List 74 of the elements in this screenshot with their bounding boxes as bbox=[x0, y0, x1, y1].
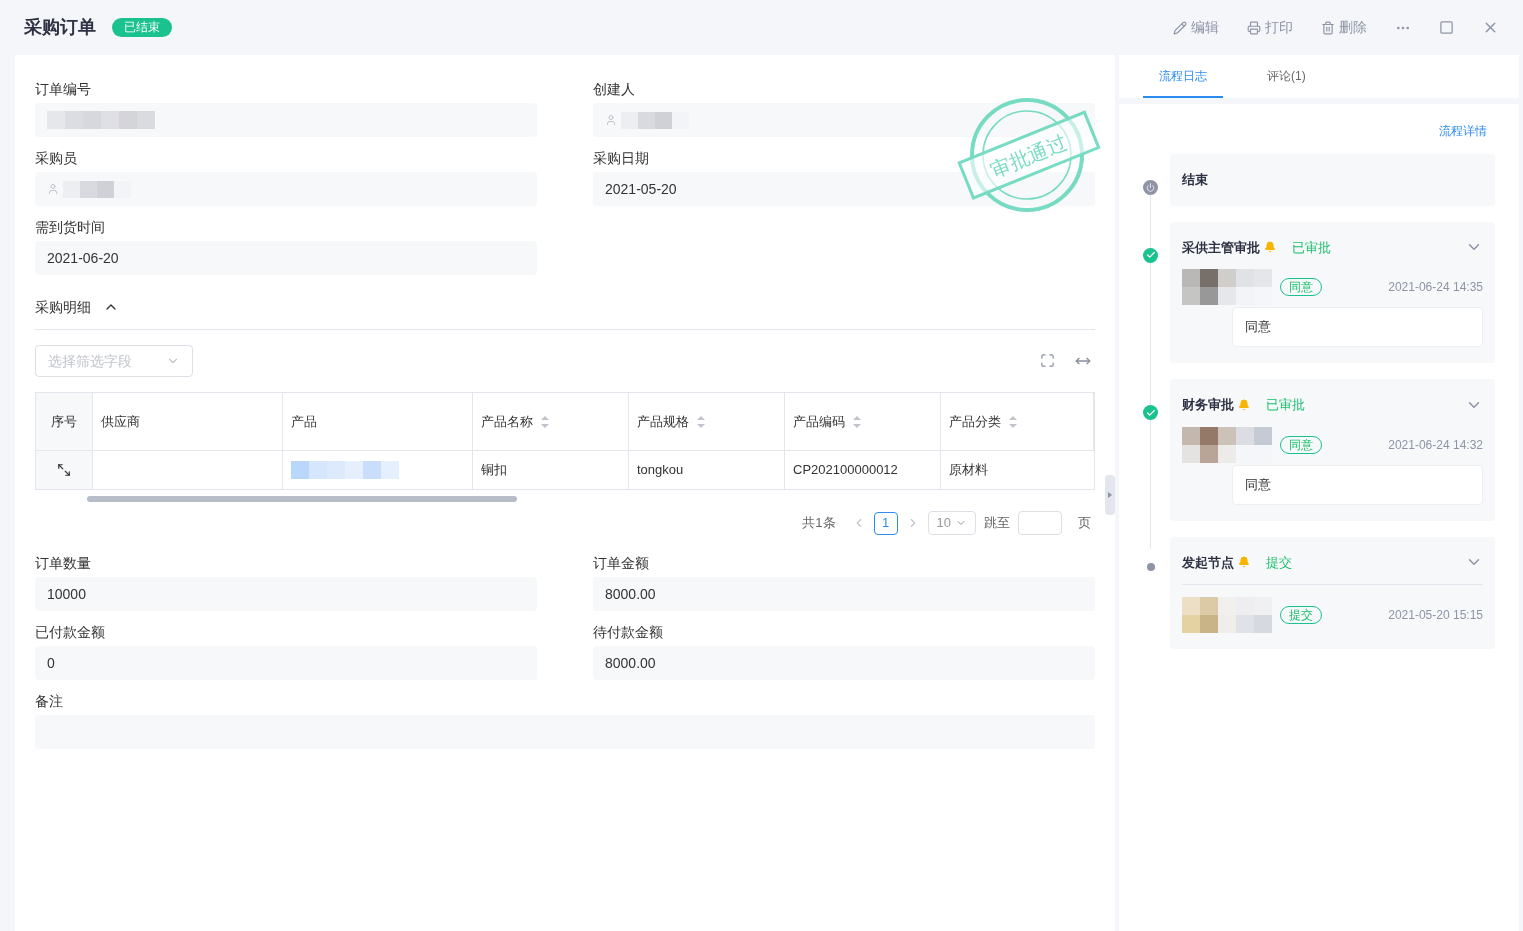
form-field[interactable]: 10000 bbox=[35, 577, 537, 611]
user-icon bbox=[47, 183, 59, 195]
column-header[interactable]: 供应商 bbox=[93, 393, 283, 450]
column-header[interactable]: 产品 bbox=[283, 393, 473, 450]
column-header[interactable]: 产品规格 bbox=[629, 393, 785, 450]
field-label: 采购员 bbox=[35, 149, 77, 168]
bell-icon bbox=[1264, 241, 1276, 254]
node-status: 提交 bbox=[1266, 553, 1292, 572]
check-icon bbox=[1143, 247, 1158, 263]
field-label: 备注 bbox=[35, 692, 63, 711]
fullscreen-icon[interactable] bbox=[1040, 353, 1055, 368]
field-label: 采购日期 bbox=[593, 149, 649, 168]
form-field[interactable]: 0 bbox=[35, 646, 537, 680]
table-cell: CP202100000012 bbox=[785, 451, 941, 489]
maximize-icon[interactable] bbox=[1439, 20, 1454, 35]
page-suffix: 页 bbox=[1078, 514, 1091, 533]
printer-icon bbox=[1247, 20, 1261, 35]
record-time: 2021-06-24 14:35 bbox=[1388, 279, 1483, 296]
field-value: 2021-05-20 bbox=[605, 179, 677, 199]
column-header[interactable]: 产品分类 bbox=[941, 393, 1094, 450]
node-status: 已审批 bbox=[1292, 238, 1331, 257]
form-field[interactable] bbox=[35, 103, 537, 137]
horizontal-scrollbar[interactable] bbox=[87, 496, 517, 502]
field-label: 待付款金额 bbox=[593, 623, 663, 642]
form-field[interactable]: 8000.00 bbox=[593, 577, 1095, 611]
trash-icon bbox=[1321, 20, 1335, 35]
sort-icon bbox=[541, 415, 549, 428]
expand-row-icon[interactable] bbox=[57, 463, 71, 477]
check-icon bbox=[1143, 405, 1158, 420]
field-label: 需到货时间 bbox=[35, 218, 105, 237]
field-label: 创建人 bbox=[593, 80, 635, 99]
user-icon bbox=[605, 114, 617, 126]
form-field[interactable]: 2021-06-20 bbox=[35, 241, 537, 275]
table-cell: tongkou bbox=[629, 451, 785, 489]
field-value: 2021-06-20 bbox=[47, 248, 119, 268]
form-field[interactable]: 8000.00 bbox=[593, 646, 1095, 680]
node-status: 已审批 bbox=[1266, 396, 1305, 414]
collapse-handle[interactable] bbox=[1105, 475, 1115, 515]
field-label: 订单编号 bbox=[35, 80, 91, 99]
section-title: 采购明细 bbox=[35, 297, 91, 317]
pixelated-redaction bbox=[63, 180, 131, 198]
page-input[interactable] bbox=[1018, 511, 1062, 535]
column-header[interactable]: 产品名称 bbox=[473, 393, 629, 450]
status-badge: 已结束 bbox=[112, 18, 172, 37]
table-cell-text: 原材料 bbox=[948, 461, 989, 480]
node-title: 发起节点 bbox=[1182, 553, 1234, 572]
side-tab[interactable]: 评论(1) bbox=[1251, 55, 1322, 98]
column-header[interactable]: 序号 bbox=[36, 393, 93, 450]
field-label: 订单金额 bbox=[593, 554, 649, 573]
sort-icon bbox=[1009, 415, 1017, 428]
form-field[interactable] bbox=[35, 172, 537, 206]
pixelated-redaction bbox=[621, 111, 689, 129]
process-detail-link[interactable]: 流程详情 bbox=[1439, 122, 1487, 140]
record-time: 2021-06-24 14:32 bbox=[1388, 436, 1483, 454]
comment-box: 同意 bbox=[1232, 464, 1483, 505]
pencil-icon bbox=[1173, 20, 1187, 35]
power-icon bbox=[1143, 180, 1158, 195]
side-tab[interactable]: 流程日志 bbox=[1143, 55, 1223, 98]
node-title: 财务审批 bbox=[1182, 396, 1234, 414]
node-title: 采供主管审批 bbox=[1182, 238, 1260, 257]
bell-icon bbox=[1238, 556, 1250, 569]
record-time: 2021-05-20 15:15 bbox=[1388, 607, 1483, 624]
table-cell: 铜扣 bbox=[473, 451, 629, 489]
column-header[interactable]: 产品编码 bbox=[785, 393, 941, 450]
page-title: 采购订单 bbox=[24, 16, 96, 39]
sort-icon bbox=[697, 415, 705, 428]
sort-icon bbox=[853, 415, 861, 428]
comment-box: 同意 bbox=[1232, 307, 1483, 347]
field-label: 已付款金额 bbox=[35, 623, 105, 642]
bell-icon bbox=[1238, 398, 1250, 411]
node-title: 结束 bbox=[1182, 171, 1208, 189]
jump-label: 跳至 bbox=[984, 514, 1010, 533]
total-count: 共1条 bbox=[802, 514, 836, 533]
field-label: 订单数量 bbox=[35, 554, 91, 573]
